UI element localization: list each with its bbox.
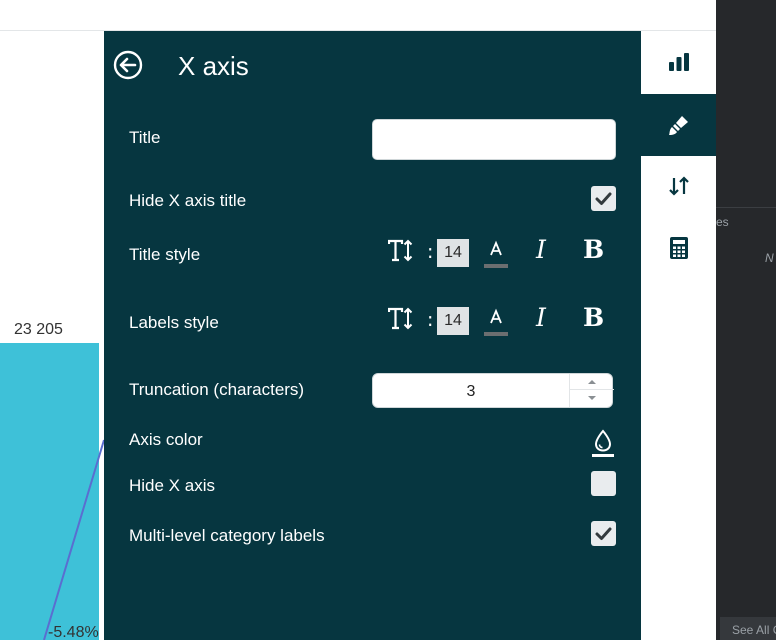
droplet-icon[interactable] [590, 428, 616, 458]
hide-axis-label: Hide X axis [129, 476, 215, 495]
bold-button[interactable]: B [583, 303, 604, 332]
hide-axis-title-checkbox[interactable] [591, 186, 616, 211]
size-separator: : [427, 241, 434, 263]
back-arrow-icon[interactable] [113, 50, 143, 80]
truncation-stepper[interactable]: 3 [372, 373, 614, 408]
see-all-button[interactable]: See All C [720, 617, 776, 640]
truncation-value[interactable]: 3 [373, 374, 569, 407]
rail-item-calculator[interactable] [641, 217, 716, 279]
bold-button[interactable]: B [583, 235, 604, 264]
labels-style-controls: : 14 I B [388, 303, 618, 337]
stepper-down-button[interactable] [570, 390, 614, 406]
results-panel: es N See All C [716, 0, 776, 640]
title-font-size-input[interactable]: 14 [437, 239, 469, 267]
column-header-fragment: es [716, 215, 729, 229]
truncation-label: Truncation (characters) [129, 380, 305, 399]
sort-arrows-icon [668, 176, 689, 196]
settings-rail [641, 31, 716, 640]
text-size-icon[interactable] [388, 239, 414, 263]
paintbrush-icon [668, 116, 688, 135]
results-divider [716, 207, 776, 208]
axis-color-label: Axis color [129, 430, 203, 449]
labels-style-label: Labels style [129, 313, 219, 332]
title-label: Title [129, 128, 161, 147]
italic-button[interactable]: I [536, 235, 546, 264]
check-icon [595, 527, 612, 540]
calculator-icon [669, 237, 688, 259]
panel-title: X axis [178, 51, 249, 81]
bar-chart-icon [668, 53, 689, 71]
labels-font-size-input[interactable]: 14 [437, 307, 469, 335]
x-axis-settings-panel: X axis Title Hide X axis title Title sty… [104, 31, 641, 640]
chart-line [43, 439, 105, 640]
rail-item-sort[interactable] [641, 155, 716, 217]
multi-level-checkbox[interactable] [591, 521, 616, 546]
rail-item-chart[interactable] [641, 31, 716, 93]
font-color-icon[interactable] [484, 238, 508, 268]
size-separator: : [427, 309, 434, 331]
multi-level-label: Multi-level category labels [129, 526, 325, 545]
app-root: 23 205 -5.48% es N See All C [0, 0, 776, 640]
chevron-up-icon [588, 379, 596, 384]
stepper-up-button[interactable] [570, 374, 614, 390]
check-icon [595, 192, 612, 205]
chevron-down-icon [588, 396, 596, 400]
hide-axis-title-label: Hide X axis title [129, 191, 247, 210]
font-color-icon[interactable] [484, 306, 508, 336]
title-input[interactable] [372, 119, 616, 160]
chart-pct-label: -5.48% [48, 624, 99, 640]
hide-axis-checkbox[interactable] [591, 471, 616, 496]
stepper-arrows [569, 374, 614, 407]
title-style-controls: : 14 I B [388, 235, 618, 269]
text-size-icon[interactable] [388, 307, 414, 331]
title-style-label: Title style [129, 245, 201, 264]
italic-button[interactable]: I [536, 303, 546, 332]
cell-fragment: N [765, 251, 774, 265]
rail-item-style[interactable] [641, 94, 716, 156]
